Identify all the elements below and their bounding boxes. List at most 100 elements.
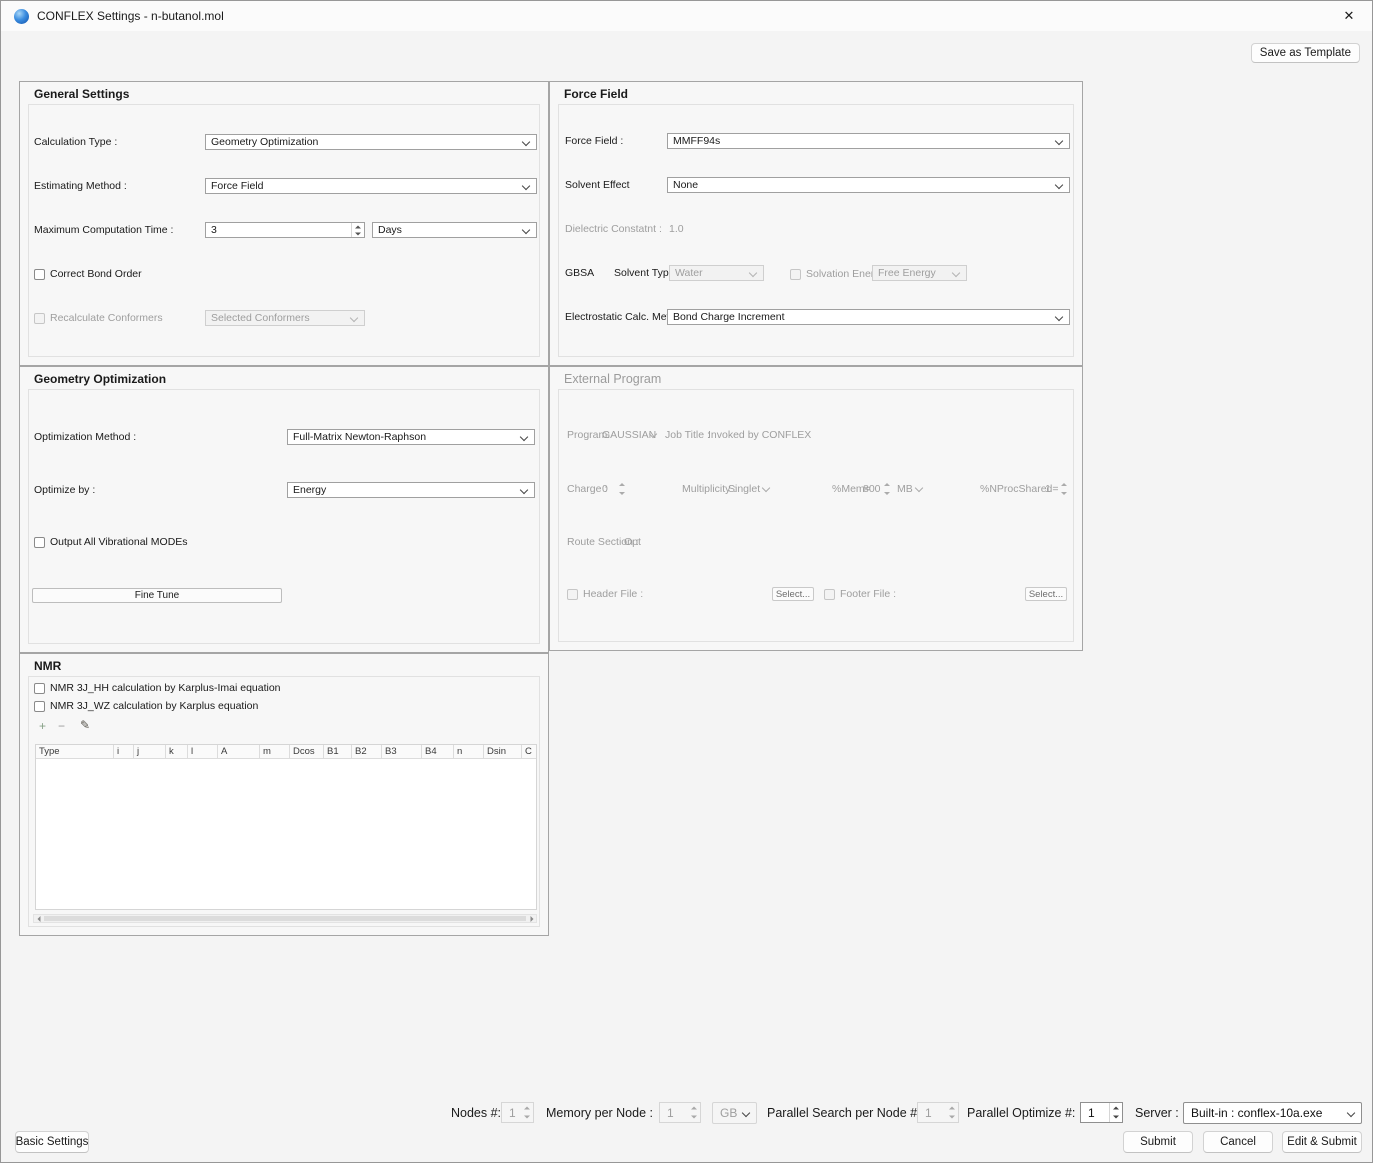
optimization-method-value: Full-Matrix Newton-Raphson bbox=[293, 431, 426, 443]
geometry-optimization-title: Geometry Optimization bbox=[34, 372, 166, 386]
footer-file-select-button: Select... bbox=[1025, 587, 1067, 601]
column-header: l bbox=[188, 745, 218, 758]
header-file-select-button: Select... bbox=[772, 587, 814, 601]
checkbox-icon bbox=[790, 269, 801, 280]
column-header: B2 bbox=[352, 745, 382, 758]
column-header: C bbox=[522, 745, 537, 758]
footer-file-checkbox: Footer File : bbox=[824, 587, 896, 601]
recalculate-conformers-value: Selected Conformers bbox=[211, 312, 310, 324]
max-computation-time-value: 3 bbox=[211, 224, 217, 237]
column-header: B4 bbox=[422, 745, 454, 758]
server-label: Server : bbox=[1135, 1105, 1179, 1121]
job-title-label: Job Title : bbox=[665, 428, 710, 442]
edit-row-icon[interactable]: ✎ bbox=[80, 718, 90, 732]
titlebar: CONFLEX Settings - n-butanol.mol ✕ bbox=[1, 1, 1372, 31]
calculation-type-value: Geometry Optimization bbox=[211, 136, 318, 148]
charge-value: 0 bbox=[602, 482, 608, 496]
checkbox-icon bbox=[34, 313, 45, 324]
spinner-buttons-icon bbox=[1058, 482, 1069, 496]
memory-per-node-input: 1 bbox=[659, 1102, 701, 1123]
dielectric-constant-label: Dielectric Constatnt : bbox=[565, 222, 662, 236]
solvent-effect-select[interactable]: None bbox=[667, 177, 1070, 193]
parallel-search-label: Parallel Search per Node #: bbox=[767, 1105, 921, 1121]
basic-settings-button[interactable]: Basic Settings bbox=[15, 1131, 89, 1153]
calculation-type-select[interactable]: Geometry Optimization bbox=[205, 134, 537, 150]
nmr-section: NMR NMR 3J_HH calculation by Karplus-Ima… bbox=[19, 653, 549, 936]
external-program-panel bbox=[558, 389, 1074, 642]
cancel-button[interactable]: Cancel bbox=[1203, 1131, 1273, 1153]
solvent-type-value: Water bbox=[675, 267, 703, 279]
spinner-buttons-icon bbox=[687, 1103, 700, 1122]
scrollbar-thumb[interactable] bbox=[44, 916, 526, 921]
general-settings-title: General Settings bbox=[34, 87, 129, 101]
nprocshared-value: 1 bbox=[1045, 482, 1051, 496]
edit-and-submit-button[interactable]: Edit & Submit bbox=[1282, 1131, 1362, 1153]
checkbox-icon bbox=[824, 589, 835, 600]
geometry-optimization-section: Geometry Optimization Optimization Metho… bbox=[19, 366, 549, 653]
checkbox-icon bbox=[567, 589, 578, 600]
general-settings-section: General Settings Calculation Type : Geom… bbox=[19, 81, 549, 366]
parallel-optimize-input[interactable]: 1 bbox=[1080, 1102, 1123, 1123]
column-header: Type bbox=[36, 745, 114, 758]
solvent-effect-label: Solvent Effect bbox=[565, 178, 630, 192]
chevron-down-icon bbox=[1347, 1109, 1355, 1117]
fine-tune-button[interactable]: Fine Tune bbox=[32, 588, 282, 603]
column-header: m bbox=[260, 745, 290, 758]
remove-row-icon[interactable]: − bbox=[58, 719, 65, 733]
output-vibrational-modes-checkbox[interactable]: Output All Vibrational MODEs bbox=[34, 535, 188, 549]
mem-value: 800 bbox=[863, 482, 881, 496]
correct-bond-order-checkbox[interactable]: Correct Bond Order bbox=[34, 267, 142, 281]
optimize-by-select[interactable]: Energy bbox=[287, 482, 535, 498]
horizontal-scrollbar[interactable] bbox=[33, 914, 537, 923]
parallel-optimize-value: 1 bbox=[1088, 1106, 1095, 1120]
chevron-down-icon bbox=[1055, 313, 1063, 321]
close-icon[interactable]: ✕ bbox=[1326, 1, 1372, 31]
parallel-optimize-label: Parallel Optimize #: bbox=[967, 1105, 1075, 1121]
max-computation-time-label: Maximum Computation Time : bbox=[34, 223, 173, 237]
electrostatic-method-select[interactable]: Bond Charge Increment bbox=[667, 309, 1070, 325]
chevron-down-icon bbox=[522, 138, 530, 146]
memory-unit-value: GB bbox=[720, 1106, 737, 1120]
nmr-3jwz-checkbox[interactable]: NMR 3J_WZ calculation by Karplus equatio… bbox=[34, 699, 258, 713]
calculation-type-label: Calculation Type : bbox=[34, 135, 117, 149]
memory-per-node-value: 1 bbox=[667, 1106, 674, 1120]
estimating-method-select[interactable]: Force Field bbox=[205, 178, 537, 194]
save-as-template-button[interactable]: Save as Template bbox=[1251, 43, 1360, 63]
nmr-table-header: Type i j k l A m Dcos B1 B2 B3 B4 n Dsin… bbox=[36, 745, 537, 759]
max-computation-time-unit-select[interactable]: Days bbox=[372, 222, 537, 238]
server-select[interactable]: Built-in : conflex-10a.exe bbox=[1183, 1102, 1362, 1124]
column-header: i bbox=[114, 745, 134, 758]
optimization-method-select[interactable]: Full-Matrix Newton-Raphson bbox=[287, 429, 535, 445]
submit-button[interactable]: Submit bbox=[1123, 1131, 1193, 1153]
nmr-title: NMR bbox=[34, 659, 61, 673]
job-title-value: Invoked by CONFLEX bbox=[708, 428, 811, 442]
force-field-value: MMFF94s bbox=[673, 135, 720, 147]
nmr-3jhh-label: NMR 3J_HH calculation by Karplus-Imai eq… bbox=[50, 681, 281, 695]
server-value: Built-in : conflex-10a.exe bbox=[1191, 1106, 1322, 1120]
force-field-select[interactable]: MMFF94s bbox=[667, 133, 1070, 149]
window-title: CONFLEX Settings - n-butanol.mol bbox=[37, 9, 224, 23]
max-computation-time-input[interactable]: 3 bbox=[205, 222, 365, 238]
column-header: k bbox=[166, 745, 188, 758]
add-row-icon[interactable]: + bbox=[39, 719, 46, 733]
chevron-down-icon bbox=[350, 314, 358, 322]
spinner-buttons-icon[interactable] bbox=[351, 223, 364, 237]
solvation-energy-value: Free Energy bbox=[878, 267, 936, 279]
spinner-buttons-icon bbox=[520, 1103, 533, 1122]
spinner-buttons-icon bbox=[945, 1103, 958, 1122]
multiplicity-value: Singlet bbox=[728, 482, 760, 496]
column-header: B1 bbox=[324, 745, 352, 758]
scroll-right-icon[interactable] bbox=[527, 915, 536, 922]
spinner-buttons-icon bbox=[881, 482, 892, 496]
header-file-label: Header File : bbox=[583, 587, 643, 601]
gbsa-label: GBSA bbox=[565, 266, 594, 280]
chevron-down-icon bbox=[742, 1109, 750, 1117]
nmr-3jhh-checkbox[interactable]: NMR 3J_HH calculation by Karplus-Imai eq… bbox=[34, 681, 281, 695]
nodes-label: Nodes #: bbox=[451, 1105, 501, 1121]
spinner-buttons-icon[interactable] bbox=[1109, 1103, 1122, 1122]
chevron-down-icon bbox=[520, 433, 528, 441]
force-field-label: Force Field : bbox=[565, 134, 623, 148]
estimating-method-label: Estimating Method : bbox=[34, 179, 127, 193]
column-header: n bbox=[454, 745, 484, 758]
scroll-left-icon[interactable] bbox=[34, 915, 43, 922]
